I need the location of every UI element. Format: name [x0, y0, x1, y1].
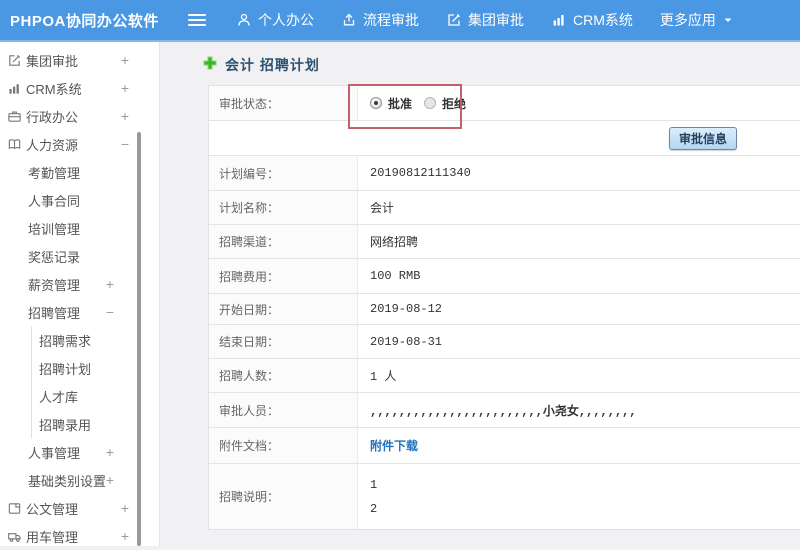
page-title: 会计 招聘计划: [203, 55, 320, 75]
sidebar-item-hr[interactable]: 人力资源 −: [0, 130, 159, 158]
table-row: 审批人员： ,,,,,,,,,,,,,,,,,,,,,,,,小尧女,,,,,,,…: [209, 393, 800, 428]
table-row: 招聘说明： 1 2: [209, 464, 800, 529]
phpoa-app: { "navbar": { "brand": "PHPOA协同办公软件", "i…: [0, 0, 800, 546]
upload-arrow-icon: [341, 12, 357, 28]
status-label: 审批状态：: [209, 86, 358, 120]
start-date-value: 2019-08-12: [370, 302, 443, 316]
caret-down-icon: [722, 14, 734, 26]
bar-chart-icon: [7, 81, 22, 96]
sidebar-item-training[interactable]: 培训管理: [0, 214, 159, 242]
table-row: 附件文档： 附件下载: [209, 428, 800, 464]
edit-square-icon: [7, 53, 22, 68]
expand-toggle[interactable]: +: [104, 444, 116, 460]
table-row: 开始日期： 2019-08-12: [209, 294, 800, 325]
nav-item-crm[interactable]: CRM系统: [551, 10, 633, 30]
sidebar-item-hr-contract[interactable]: 人事合同: [0, 186, 159, 214]
nav-item-more-apps[interactable]: 更多应用: [660, 10, 734, 30]
sidebar-item-group-approval[interactable]: 集团审批 +: [0, 46, 159, 74]
approve-radio-label[interactable]: 批准: [388, 95, 412, 112]
nav-item-personal-office[interactable]: 个人办公: [236, 10, 314, 30]
app-brand: PHPOA协同办公软件: [10, 12, 159, 30]
recruit-cost-value: 100 RMB: [370, 269, 421, 283]
plan-number-value: 20190812111340: [370, 166, 471, 180]
collapse-toggle[interactable]: −: [104, 304, 116, 320]
sidebar-item-crm[interactable]: CRM系统 +: [0, 74, 159, 102]
status-value-cell: 批准 拒绝: [358, 86, 800, 120]
attachment-download-link[interactable]: 附件下载: [370, 437, 418, 454]
sidebar-item-personnel[interactable]: 人事管理 +: [0, 438, 159, 466]
table-row: 招聘费用： 100 RMB: [209, 259, 800, 294]
sidebar-item-admin-office[interactable]: 行政办公 +: [0, 102, 159, 130]
expand-toggle[interactable]: +: [119, 500, 131, 516]
briefcase-icon: [7, 109, 22, 124]
table-row: 招聘人数： 1 人: [209, 359, 800, 393]
collapse-toggle[interactable]: −: [119, 136, 131, 152]
table-row: 计划编号： 20190812111340: [209, 156, 800, 191]
menu-icon[interactable]: [188, 11, 206, 29]
status-row: 审批状态： 批准 拒绝: [209, 86, 800, 121]
table-row: 结束日期： 2019-08-31: [209, 325, 800, 359]
plus-icon: [203, 56, 217, 75]
attachment-cell: 附件下载: [358, 428, 800, 463]
sidebar-scrollbar[interactable]: [137, 132, 141, 546]
recruit-plan-detail-table: 审批状态： 批准 拒绝 审批信息 计划编号： 20190812111340 计划…: [208, 85, 800, 530]
nav-item-process-approval[interactable]: 流程审批: [341, 10, 419, 30]
sidebar-item-document[interactable]: 公文管理 +: [0, 494, 159, 522]
table-row: 招聘渠道： 网络招聘: [209, 225, 800, 259]
sidebar-item-rewards[interactable]: 奖惩记录: [0, 242, 159, 270]
person-icon: [236, 12, 252, 28]
expand-toggle[interactable]: +: [119, 52, 131, 68]
expand-toggle[interactable]: +: [104, 472, 116, 488]
document-icon: [7, 501, 22, 516]
plan-name-value: 会计: [370, 202, 395, 216]
approve-info-button[interactable]: 审批信息: [669, 127, 737, 150]
table-row: 计划名称： 会计: [209, 191, 800, 225]
sidebar-item-base-category[interactable]: 基础类别设置 +: [0, 466, 159, 494]
book-icon: [7, 137, 22, 152]
reject-radio[interactable]: [424, 97, 437, 109]
truck-icon: [7, 529, 22, 544]
expand-toggle[interactable]: +: [104, 276, 116, 292]
sidebar: 集团审批 + CRM系统 + 行政办公 + 人力资源 − 考勤管理 人事合同 培…: [0, 42, 160, 546]
sidebar-item-attendance[interactable]: 考勤管理: [0, 158, 159, 186]
recruit-channel-value: 网络招聘: [370, 236, 419, 250]
note-line: 1: [370, 477, 378, 492]
note-line: 2: [370, 501, 378, 516]
reject-radio-label[interactable]: 拒绝: [442, 95, 466, 112]
expand-toggle[interactable]: +: [119, 528, 131, 544]
top-navbar: PHPOA协同办公软件 个人办公 流程审批 集团审批 CRM系统 更多应用: [0, 0, 800, 42]
expand-toggle[interactable]: +: [119, 108, 131, 124]
bar-chart-icon: [551, 12, 567, 28]
expand-toggle[interactable]: +: [119, 80, 131, 96]
approve-radio[interactable]: [370, 97, 382, 109]
headcount-value: 1 人: [370, 370, 397, 384]
approve-button-row: 审批信息: [209, 121, 800, 156]
approvers-value: ,,,,,,,,,,,,,,,,,,,,,,,,小尧女,,,,,,,,: [370, 404, 637, 419]
edit-square-icon: [446, 12, 462, 28]
sidebar-item-salary[interactable]: 薪资管理 +: [0, 270, 159, 298]
sidebar-item-recruitment[interactable]: 招聘管理 −: [0, 298, 159, 326]
nav-item-group-approval[interactable]: 集团审批: [446, 10, 524, 30]
recruit-note-cell: 1 2: [358, 464, 800, 529]
page-title-text: 会计 招聘计划: [225, 57, 320, 73]
end-date-value: 2019-08-31: [370, 334, 443, 349]
